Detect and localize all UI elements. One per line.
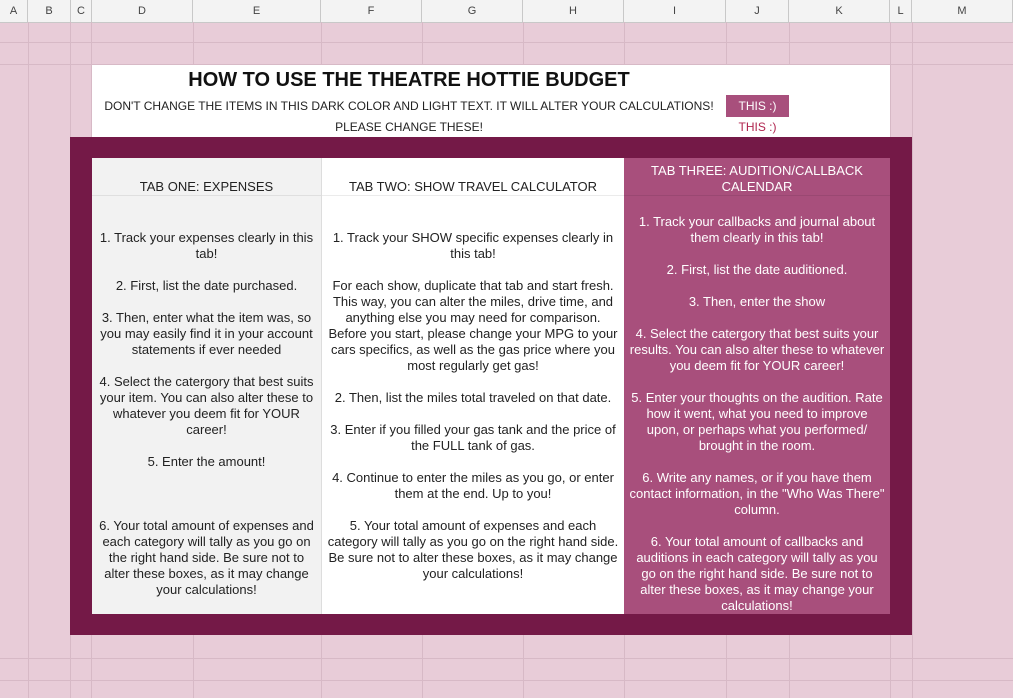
- tab-one-step-4: 4. Select the catergory that best suits …: [99, 374, 314, 437]
- column-header-a[interactable]: A: [0, 0, 28, 22]
- tab-three-title: TAB THREE: AUDITION/CALLBACK CALENDAR: [624, 158, 890, 196]
- tab-three-step-1: 1. Track your callbacks and journal abou…: [638, 214, 876, 245]
- tab-three-panel[interactable]: TAB THREE: AUDITION/CALLBACK CALENDAR 1.…: [624, 158, 890, 614]
- column-header-i[interactable]: I: [624, 0, 726, 22]
- tab-three-step-5: 5. Enter your thoughts on the audition. …: [631, 390, 883, 453]
- tab-one-step-2: 2. First, list the date purchased.: [115, 278, 298, 293]
- tab-two-step-1: 1. Track your SHOW specific expenses cle…: [332, 230, 614, 261]
- column-header-c[interactable]: C: [71, 0, 92, 22]
- dark-color-sample[interactable]: THIS :): [726, 95, 789, 117]
- tab-three-step-3: 3. Then, enter the show: [688, 294, 826, 309]
- tab-two-panel[interactable]: TAB TWO: SHOW TRAVEL CALCULATOR 1. Track…: [321, 158, 624, 614]
- tab-one-title: TAB ONE: EXPENSES: [92, 158, 321, 196]
- column-header-f[interactable]: F: [321, 0, 422, 22]
- tab-one-step-6: 6. Your total amount of expenses and eac…: [99, 518, 314, 597]
- light-color-sample[interactable]: THIS :): [726, 117, 789, 137]
- sheet-title[interactable]: HOW TO USE THE THEATRE HOTTIE BUDGET: [92, 65, 726, 95]
- tab-two-title: TAB TWO: SHOW TRAVEL CALCULATOR: [322, 158, 624, 196]
- column-header-m[interactable]: M: [912, 0, 1013, 22]
- column-header-e[interactable]: E: [193, 0, 321, 22]
- column-header-k[interactable]: K: [789, 0, 890, 22]
- tab-three-step-2: 2. First, list the date auditioned.: [666, 262, 848, 277]
- tab-two-step-4: 4. Continue to enter the miles as you go…: [332, 470, 614, 501]
- column-header-l[interactable]: L: [890, 0, 912, 22]
- column-header-bar: A B C D E F G H I J K L M: [0, 0, 1013, 23]
- instruction-no-change[interactable]: DON'T CHANGE THE ITEMS IN THIS DARK COLO…: [92, 95, 726, 117]
- tab-one-step-5: 5. Enter the amount!: [147, 454, 266, 469]
- column-header-d[interactable]: D: [92, 0, 193, 22]
- tab-one-panel[interactable]: TAB ONE: EXPENSES 1. Track your expenses…: [92, 158, 321, 614]
- tab-three-step-4: 4. Select the catergory that best suits …: [629, 326, 885, 373]
- tab-two-note: For each show, duplicate that tab and st…: [328, 278, 618, 373]
- column-header-h[interactable]: H: [523, 0, 624, 22]
- column-header-b[interactable]: B: [28, 0, 71, 22]
- tab-two-step-5: 5. Your total amount of expenses and eac…: [327, 518, 619, 581]
- instruction-please-change[interactable]: PLEASE CHANGE THESE!: [92, 117, 726, 137]
- tab-one-step-1: 1. Track your expenses clearly in this t…: [99, 230, 314, 261]
- tab-two-step-2: 2. Then, list the miles total traveled o…: [334, 390, 612, 405]
- column-header-g[interactable]: G: [422, 0, 523, 22]
- tab-two-step-3: 3. Enter if you filled your gas tank and…: [330, 422, 616, 453]
- tab-three-step-6: 6. Write any names, or if you have them …: [629, 470, 885, 517]
- tab-one-step-3: 3. Then, enter what the item was, so you…: [100, 310, 313, 357]
- tab-three-step-7: 6. Your total amount of callbacks and au…: [636, 534, 878, 613]
- column-header-j[interactable]: J: [726, 0, 789, 22]
